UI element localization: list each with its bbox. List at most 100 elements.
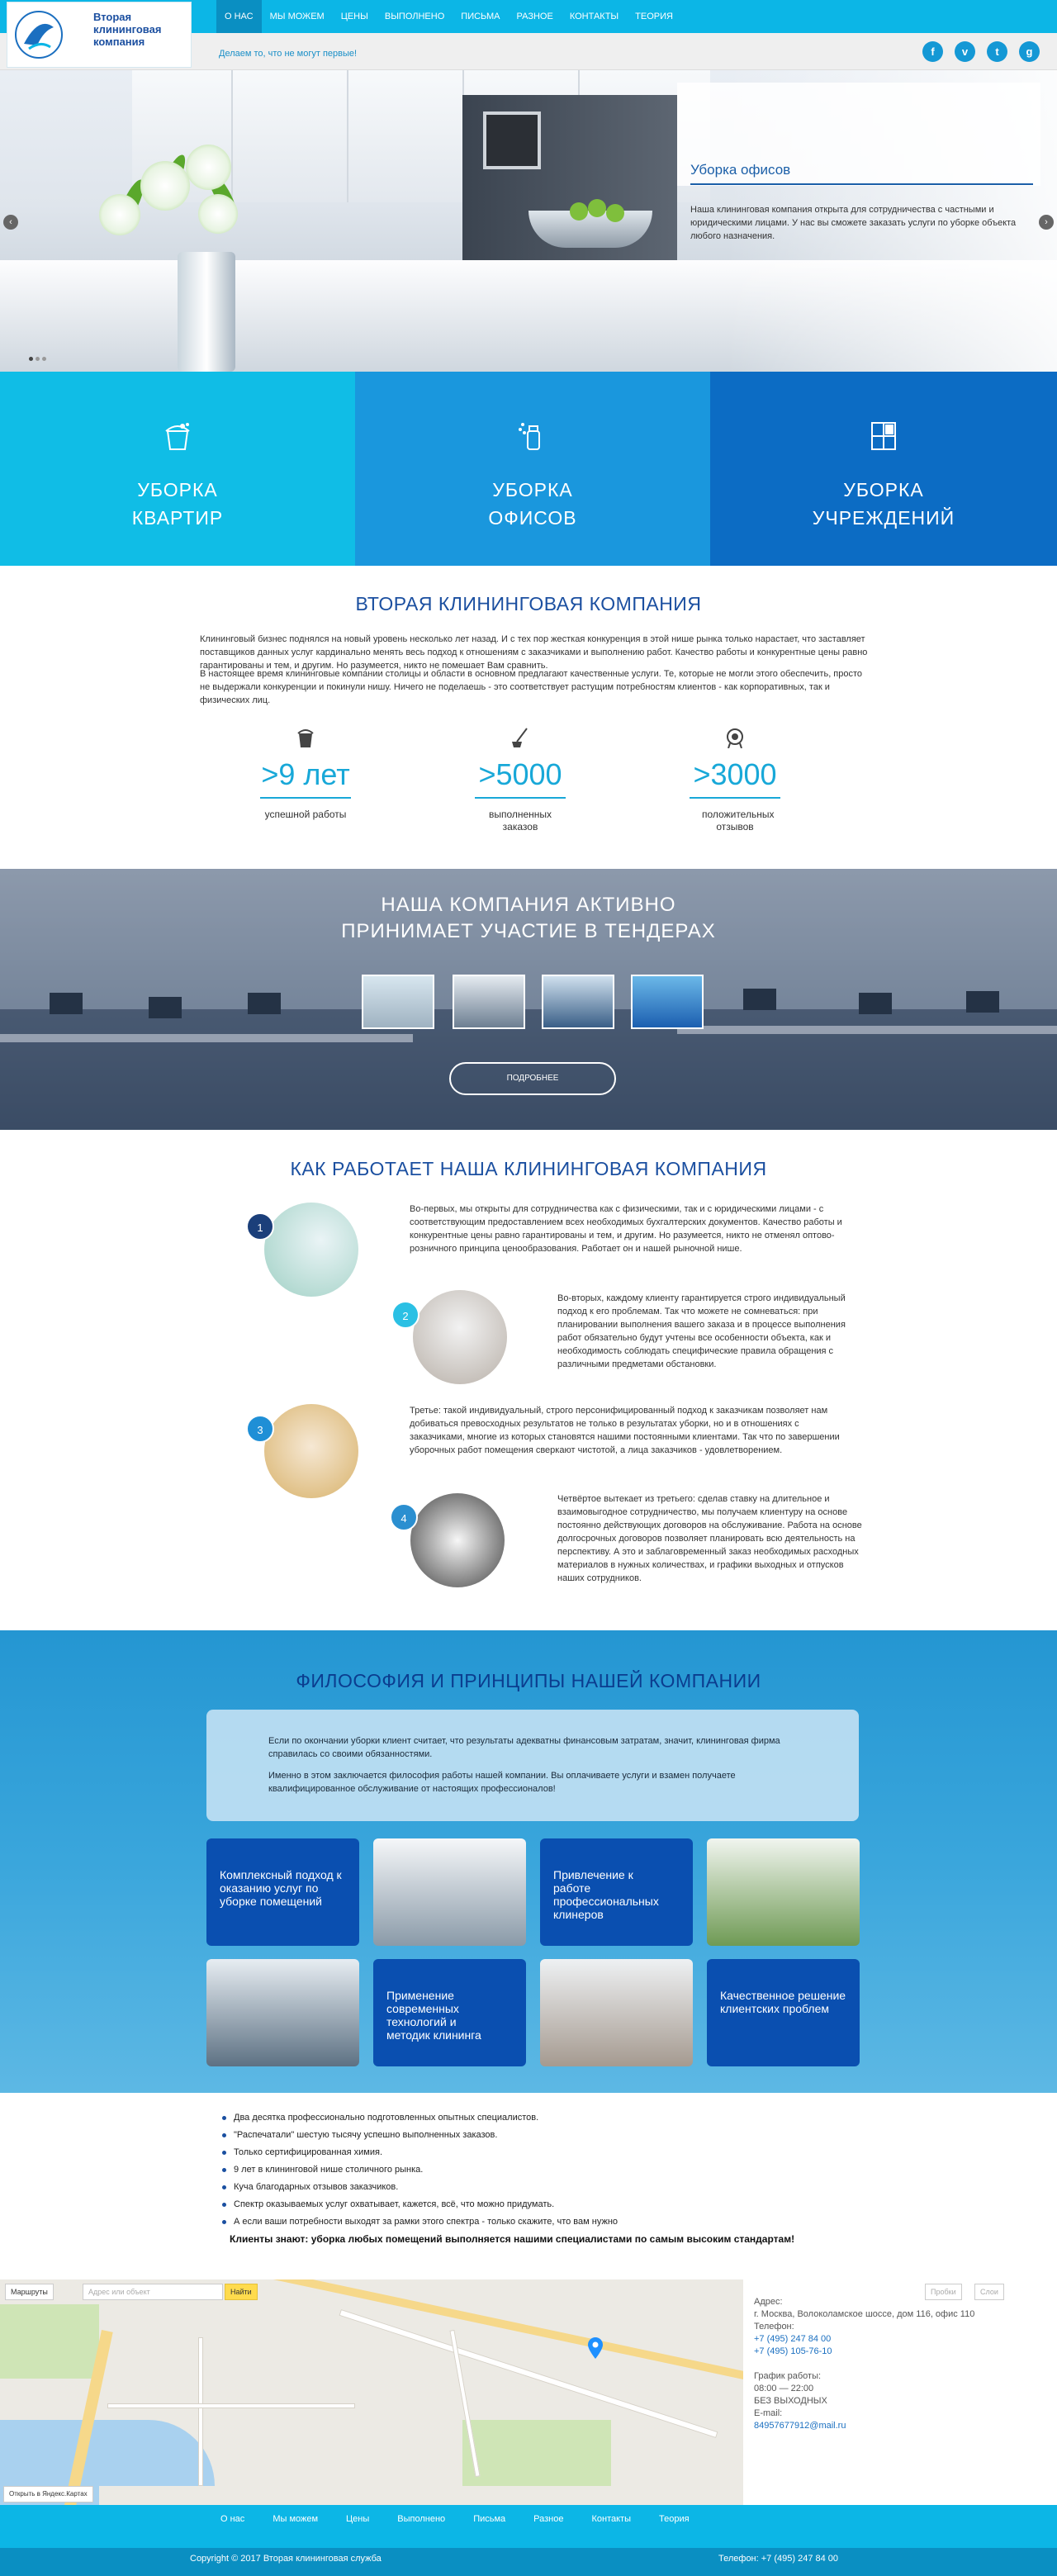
menu-item-theory[interactable]: ТЕОРИЯ — [627, 0, 681, 33]
map-pin-icon[interactable] — [588, 2337, 603, 2359]
phone-link[interactable]: +7 (495) 247 84 00 — [754, 2334, 831, 2344]
tenders-title-line: НАША КОМПАНИЯ АКТИВНО — [381, 894, 676, 916]
card-text: Качественное решение клиентских проблем — [720, 1989, 846, 2015]
service-apartments[interactable]: УБОРКА КВАРТИР — [0, 372, 355, 566]
map-find-button[interactable]: Найти — [225, 2284, 258, 2300]
map-routes-button[interactable]: Маршруты — [5, 2284, 54, 2300]
principle-photo — [707, 1838, 860, 1946]
list-item: Куча благодарных отзывов заказчиков. — [219, 2179, 879, 2196]
days-text: БЕЗ ВЫХОДНЫХ — [754, 2396, 827, 2406]
principle-card[interactable]: Применение современных технологий и мето… — [373, 1959, 526, 2066]
slider-dot[interactable] — [42, 357, 46, 361]
google-plus-icon[interactable]: g — [1019, 41, 1040, 62]
tenders-title-line: ПРИНИМАЕТ УЧАСТИЕ В ТЕНДЕРАХ — [341, 920, 716, 942]
fruit-bowl — [528, 211, 652, 248]
footer-menu-item[interactable]: О нас — [206, 2514, 258, 2524]
principle-card[interactable]: Привлечение к работе профессиональных кл… — [540, 1838, 693, 1946]
service-label: УЧРЕЖДЕНИЙ — [812, 507, 955, 529]
service-label: УБОРКА — [843, 479, 924, 500]
footer-bottom-bar — [0, 2548, 1057, 2576]
menu-item-letters[interactable]: ПИСЬМА — [453, 0, 508, 33]
menu-item-about[interactable]: О НАС — [216, 0, 262, 33]
list-item: А если ваши потребности выходят за рамки… — [219, 2213, 879, 2231]
principle-photo — [206, 1959, 359, 2066]
philosophy-text: Если по окончании уборки клиент считает,… — [268, 1736, 780, 1759]
step-text: Во-первых, мы открыты для сотрудничества… — [410, 1204, 842, 1254]
twitter-icon[interactable]: t — [987, 41, 1007, 62]
email-link[interactable]: 84957677912@mail.ru — [754, 2421, 846, 2431]
email-label: E-mail: — [754, 2408, 783, 2418]
address-label: Адрес: — [754, 2297, 783, 2307]
philosophy-title: ФИЛОСОФИЯ И ПРИНЦИПЫ НАШЕЙ КОМПАНИИ — [296, 1670, 761, 1691]
footer-menu-item[interactable]: Мы можем — [258, 2514, 332, 2524]
stat-years: >9 лет успешной работы — [239, 727, 372, 821]
tender-photo[interactable] — [631, 975, 704, 1029]
footer-menu-item[interactable]: Выполнено — [383, 2514, 459, 2524]
footer-menu-item[interactable]: Цены — [332, 2514, 383, 2524]
map-open-link[interactable]: Открыть в Яндекс.Картах — [3, 2486, 93, 2502]
list-item: Спектр оказываемых услуг охватывает, каж… — [219, 2196, 879, 2213]
tender-photo[interactable] — [453, 975, 525, 1029]
advantages-list: Два десятка профессионально подготовленн… — [219, 2109, 879, 2231]
stat-reviews: >3000 положительных отзывов — [669, 727, 801, 833]
menu-item-done[interactable]: ВЫПОЛНЕНО — [377, 0, 453, 33]
phone-link[interactable]: +7 (495) 105-76-10 — [754, 2346, 832, 2356]
service-institutions[interactable]: УБОРКА УЧРЕЖДЕНИЙ — [710, 372, 1057, 566]
card-text: Применение современных технологий и мето… — [386, 1989, 481, 2042]
step-text: Третье: такой индивидуальный, строго пер… — [410, 1406, 840, 1455]
philosophy-text: Именно в этом заключается философия рабо… — [268, 1771, 736, 1794]
step-number: 2 — [391, 1301, 419, 1329]
hours-text: 08:00 — 22:00 — [754, 2384, 814, 2393]
stat-label: положительных отзывов — [702, 809, 775, 833]
tenders-title: НАША КОМПАНИЯ АКТИВНО ПРИНИМАЕТ УЧАСТИЕ … — [0, 892, 1057, 945]
tender-photo[interactable] — [542, 975, 614, 1029]
address-text: г. Москва, Волоколамское шоссе, дом 116,… — [754, 2309, 975, 2319]
footer-menu-item[interactable]: Теория — [645, 2514, 704, 2524]
step-number: 1 — [246, 1212, 274, 1241]
vimeo-icon[interactable]: v — [955, 41, 975, 62]
step-photo — [264, 1404, 358, 1498]
menu-item-prices[interactable]: ЦЕНЫ — [333, 0, 377, 33]
principle-card[interactable]: Качественное решение клиентских проблем — [707, 1959, 860, 2066]
footer-menu-item[interactable]: Письма — [459, 2514, 519, 2524]
service-label: ОФИСОВ — [488, 507, 577, 529]
footer-menu-bar — [0, 2505, 1057, 2548]
service-offices[interactable]: УБОРКА ОФИСОВ — [355, 372, 710, 566]
step-number: 4 — [390, 1503, 418, 1531]
logo[interactable]: Вторая клининговая компания — [7, 2, 192, 68]
menu-item-misc[interactable]: РАЗНОЕ — [509, 0, 562, 33]
more-button[interactable]: ПОДРОБНЕЕ — [449, 1062, 616, 1095]
principle-card[interactable]: Комплексный подход к оказанию услуг по у… — [206, 1838, 359, 1946]
window-icon — [871, 422, 896, 450]
footer-menu: О нас Мы можем Цены Выполнено Письма Раз… — [206, 2514, 704, 2524]
tender-photo[interactable] — [362, 975, 434, 1029]
card-text: Привлечение к работе профессиональных кл… — [553, 1868, 659, 1921]
contacts-block: Адрес: г. Москва, Волоколамское шоссе, д… — [754, 2296, 1035, 2432]
menu-item-services[interactable]: МЫ МОЖЕМ — [262, 0, 333, 33]
slider-dot[interactable] — [29, 357, 33, 361]
oven — [483, 111, 541, 169]
phone-label: Телефон: — [754, 2322, 794, 2332]
step-text: Во-вторых, каждому клиенту гарантируется… — [557, 1293, 846, 1369]
flower — [140, 161, 190, 211]
slider-next-button[interactable]: › — [1039, 215, 1054, 230]
about-title: ВТОРАЯ КЛИНИНГОВАЯ КОМПАНИЯ — [355, 593, 702, 614]
footer-menu-item[interactable]: Контакты — [577, 2514, 645, 2524]
stat-label: успешной работы — [264, 809, 347, 820]
footer-menu-item[interactable]: Разное — [519, 2514, 577, 2524]
facebook-icon[interactable]: f — [922, 41, 943, 62]
slide-text: Наша клининговая компания открыта для со… — [690, 205, 1017, 241]
philosophy-box — [206, 1710, 859, 1821]
slider-dot[interactable] — [36, 357, 40, 361]
map-search-input[interactable]: Адрес или объект — [83, 2284, 223, 2300]
principle-photo — [540, 1959, 693, 2066]
list-item: "Распечатали" шестую тысячу успешно выпо… — [219, 2127, 879, 2144]
hours-label: График работы: — [754, 2371, 822, 2381]
menu-item-contacts[interactable]: КОНТАКТЫ — [562, 0, 627, 33]
vase — [178, 252, 235, 372]
bucket-icon — [165, 423, 190, 450]
yandex-map[interactable] — [0, 2279, 743, 2505]
slider-prev-button[interactable]: ‹ — [3, 215, 18, 230]
step-photo — [410, 1493, 505, 1587]
list-item: 9 лет в клининговой нише столичного рынк… — [219, 2161, 879, 2179]
